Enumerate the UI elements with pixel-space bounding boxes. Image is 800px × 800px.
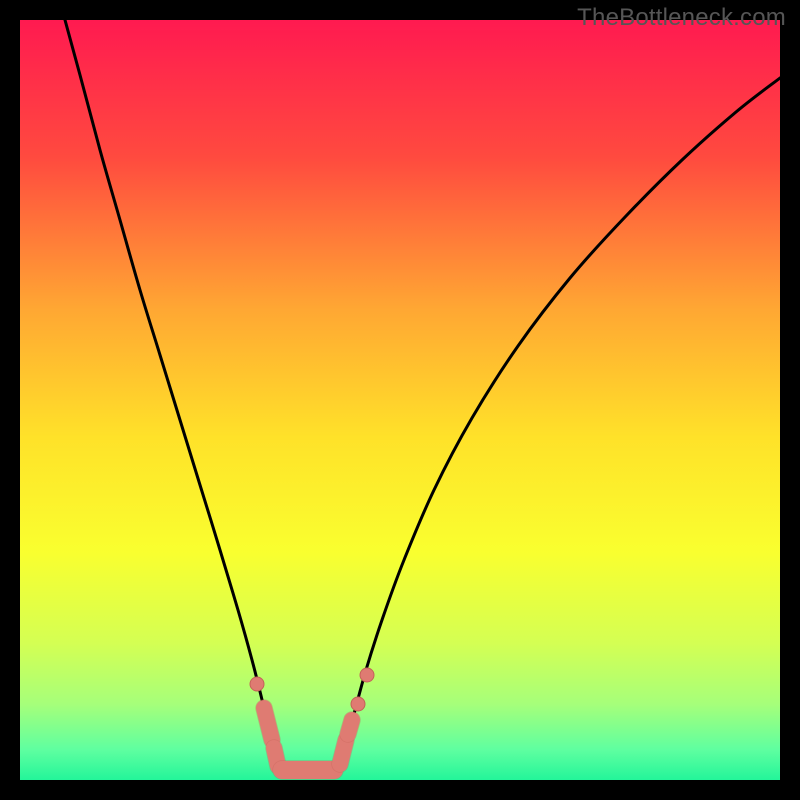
watermark-text: TheBottleneck.com bbox=[577, 4, 786, 32]
curve-layer bbox=[20, 20, 780, 780]
marker-group bbox=[250, 668, 374, 770]
v-curve-path bbox=[65, 20, 780, 775]
plot-area bbox=[20, 20, 780, 780]
marker-point bbox=[351, 697, 365, 711]
marker-point bbox=[250, 677, 264, 691]
bottleneck-curve bbox=[65, 20, 780, 775]
chart-stage: TheBottleneck.com bbox=[0, 0, 800, 800]
marker-capsule bbox=[340, 740, 346, 764]
marker-point bbox=[360, 668, 374, 682]
marker-capsule bbox=[348, 720, 352, 734]
marker-capsule bbox=[264, 708, 272, 740]
